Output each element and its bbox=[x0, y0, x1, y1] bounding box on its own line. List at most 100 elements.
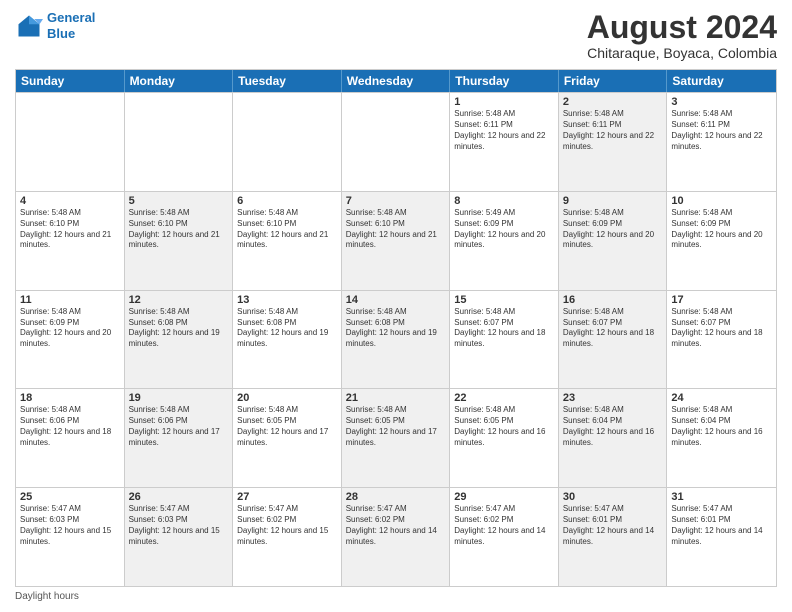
cal-cell-empty-3 bbox=[342, 93, 451, 191]
day-number: 31 bbox=[671, 491, 772, 503]
cal-cell-22: 22Sunrise: 5:48 AM Sunset: 6:05 PM Dayli… bbox=[450, 389, 559, 487]
cal-cell-20: 20Sunrise: 5:48 AM Sunset: 6:05 PM Dayli… bbox=[233, 389, 342, 487]
title-block: August 2024 Chitaraque, Boyaca, Colombia bbox=[587, 10, 777, 61]
cal-cell-23: 23Sunrise: 5:48 AM Sunset: 6:04 PM Dayli… bbox=[559, 389, 668, 487]
day-number: 12 bbox=[129, 294, 229, 306]
cal-header-day-monday: Monday bbox=[125, 70, 234, 92]
day-info: Sunrise: 5:48 AM Sunset: 6:11 PM Dayligh… bbox=[454, 109, 554, 152]
day-info: Sunrise: 5:48 AM Sunset: 6:04 PM Dayligh… bbox=[671, 405, 772, 448]
main-title: August 2024 bbox=[587, 10, 777, 45]
cal-header-day-thursday: Thursday bbox=[450, 70, 559, 92]
day-info: Sunrise: 5:48 AM Sunset: 6:09 PM Dayligh… bbox=[671, 208, 772, 251]
cal-week-4: 18Sunrise: 5:48 AM Sunset: 6:06 PM Dayli… bbox=[16, 388, 776, 487]
day-info: Sunrise: 5:48 AM Sunset: 6:10 PM Dayligh… bbox=[346, 208, 446, 251]
day-info: Sunrise: 5:48 AM Sunset: 6:07 PM Dayligh… bbox=[454, 307, 554, 350]
day-info: Sunrise: 5:48 AM Sunset: 6:10 PM Dayligh… bbox=[237, 208, 337, 251]
page: General Blue August 2024 Chitaraque, Boy… bbox=[0, 0, 792, 612]
cal-week-3: 11Sunrise: 5:48 AM Sunset: 6:09 PM Dayli… bbox=[16, 290, 776, 389]
cal-cell-27: 27Sunrise: 5:47 AM Sunset: 6:02 PM Dayli… bbox=[233, 488, 342, 586]
logo: General Blue bbox=[15, 10, 95, 41]
cal-cell-26: 26Sunrise: 5:47 AM Sunset: 6:03 PM Dayli… bbox=[125, 488, 234, 586]
day-number: 29 bbox=[454, 491, 554, 503]
calendar: SundayMondayTuesdayWednesdayThursdayFrid… bbox=[15, 69, 777, 587]
footer-note: Daylight hours bbox=[15, 591, 777, 602]
day-number: 7 bbox=[346, 195, 446, 207]
logo-icon bbox=[15, 12, 43, 40]
header: General Blue August 2024 Chitaraque, Boy… bbox=[15, 10, 777, 61]
day-info: Sunrise: 5:48 AM Sunset: 6:04 PM Dayligh… bbox=[563, 405, 663, 448]
day-number: 3 bbox=[671, 96, 772, 108]
day-info: Sunrise: 5:48 AM Sunset: 6:07 PM Dayligh… bbox=[671, 307, 772, 350]
day-info: Sunrise: 5:48 AM Sunset: 6:10 PM Dayligh… bbox=[20, 208, 120, 251]
cal-cell-29: 29Sunrise: 5:47 AM Sunset: 6:02 PM Dayli… bbox=[450, 488, 559, 586]
day-number: 1 bbox=[454, 96, 554, 108]
day-number: 22 bbox=[454, 392, 554, 404]
day-info: Sunrise: 5:48 AM Sunset: 6:05 PM Dayligh… bbox=[346, 405, 446, 448]
day-info: Sunrise: 5:47 AM Sunset: 6:01 PM Dayligh… bbox=[671, 504, 772, 547]
cal-cell-31: 31Sunrise: 5:47 AM Sunset: 6:01 PM Dayli… bbox=[667, 488, 776, 586]
day-info: Sunrise: 5:48 AM Sunset: 6:11 PM Dayligh… bbox=[671, 109, 772, 152]
day-info: Sunrise: 5:48 AM Sunset: 6:06 PM Dayligh… bbox=[20, 405, 120, 448]
day-number: 19 bbox=[129, 392, 229, 404]
day-info: Sunrise: 5:48 AM Sunset: 6:07 PM Dayligh… bbox=[563, 307, 663, 350]
cal-cell-14: 14Sunrise: 5:48 AM Sunset: 6:08 PM Dayli… bbox=[342, 291, 451, 389]
day-info: Sunrise: 5:48 AM Sunset: 6:08 PM Dayligh… bbox=[237, 307, 337, 350]
day-number: 15 bbox=[454, 294, 554, 306]
day-number: 16 bbox=[563, 294, 663, 306]
cal-cell-24: 24Sunrise: 5:48 AM Sunset: 6:04 PM Dayli… bbox=[667, 389, 776, 487]
cal-cell-15: 15Sunrise: 5:48 AM Sunset: 6:07 PM Dayli… bbox=[450, 291, 559, 389]
cal-header-day-friday: Friday bbox=[559, 70, 668, 92]
day-info: Sunrise: 5:47 AM Sunset: 6:03 PM Dayligh… bbox=[129, 504, 229, 547]
cal-week-1: 1Sunrise: 5:48 AM Sunset: 6:11 PM Daylig… bbox=[16, 92, 776, 191]
cal-header-day-sunday: Sunday bbox=[16, 70, 125, 92]
day-info: Sunrise: 5:48 AM Sunset: 6:06 PM Dayligh… bbox=[129, 405, 229, 448]
day-number: 10 bbox=[671, 195, 772, 207]
day-number: 17 bbox=[671, 294, 772, 306]
cal-cell-21: 21Sunrise: 5:48 AM Sunset: 6:05 PM Dayli… bbox=[342, 389, 451, 487]
cal-cell-18: 18Sunrise: 5:48 AM Sunset: 6:06 PM Dayli… bbox=[16, 389, 125, 487]
day-number: 25 bbox=[20, 491, 120, 503]
cal-week-2: 4Sunrise: 5:48 AM Sunset: 6:10 PM Daylig… bbox=[16, 191, 776, 290]
cal-cell-empty-2 bbox=[233, 93, 342, 191]
cal-cell-8: 8Sunrise: 5:49 AM Sunset: 6:09 PM Daylig… bbox=[450, 192, 559, 290]
cal-cell-16: 16Sunrise: 5:48 AM Sunset: 6:07 PM Dayli… bbox=[559, 291, 668, 389]
day-info: Sunrise: 5:47 AM Sunset: 6:01 PM Dayligh… bbox=[563, 504, 663, 547]
day-number: 4 bbox=[20, 195, 120, 207]
cal-cell-19: 19Sunrise: 5:48 AM Sunset: 6:06 PM Dayli… bbox=[125, 389, 234, 487]
day-info: Sunrise: 5:48 AM Sunset: 6:08 PM Dayligh… bbox=[346, 307, 446, 350]
cal-week-5: 25 Sunrise: 5:47 AM Sunset: 6:03 PM Dayli… bbox=[16, 487, 776, 586]
day-info: Sunrise: 5:48 AM Sunset: 6:09 PM Dayligh… bbox=[563, 208, 663, 251]
cal-cell-1: 1Sunrise: 5:48 AM Sunset: 6:11 PM Daylig… bbox=[450, 93, 559, 191]
day-info: Sunrise: 5:48 AM Sunset: 6:05 PM Dayligh… bbox=[454, 405, 554, 448]
day-number: 26 bbox=[129, 491, 229, 503]
day-number: 20 bbox=[237, 392, 337, 404]
day-number: 5 bbox=[129, 195, 229, 207]
footer-note-text: Daylight hours bbox=[15, 591, 79, 602]
logo-line1: General bbox=[47, 10, 95, 25]
day-info: Sunrise: 5:48 AM Sunset: 6:05 PM Dayligh… bbox=[237, 405, 337, 448]
day-number: 24 bbox=[671, 392, 772, 404]
cal-cell-28: 28Sunrise: 5:47 AM Sunset: 6:02 PM Dayli… bbox=[342, 488, 451, 586]
day-number: 9 bbox=[563, 195, 663, 207]
calendar-header: SundayMondayTuesdayWednesdayThursdayFrid… bbox=[16, 70, 776, 92]
subtitle: Chitaraque, Boyaca, Colombia bbox=[587, 45, 777, 61]
cal-header-day-wednesday: Wednesday bbox=[342, 70, 451, 92]
cal-cell-5: 5Sunrise: 5:48 AM Sunset: 6:10 PM Daylig… bbox=[125, 192, 234, 290]
day-number: 21 bbox=[346, 392, 446, 404]
day-number: 6 bbox=[237, 195, 337, 207]
cal-cell-9: 9Sunrise: 5:48 AM Sunset: 6:09 PM Daylig… bbox=[559, 192, 668, 290]
day-info: Sunrise: 5:47 AM Sunset: 6:02 PM Dayligh… bbox=[454, 504, 554, 547]
day-number: 30 bbox=[563, 491, 663, 503]
day-number: 8 bbox=[454, 195, 554, 207]
cal-header-day-tuesday: Tuesday bbox=[233, 70, 342, 92]
cal-cell-17: 17Sunrise: 5:48 AM Sunset: 6:07 PM Dayli… bbox=[667, 291, 776, 389]
day-info: Sunrise: 5:49 AM Sunset: 6:09 PM Dayligh… bbox=[454, 208, 554, 251]
cal-cell-empty-1 bbox=[125, 93, 234, 191]
day-number: 18 bbox=[20, 392, 120, 404]
day-info: Sunrise: 5:47 AM Sunset: 6:02 PM Dayligh… bbox=[237, 504, 337, 547]
day-number: 11 bbox=[20, 294, 120, 306]
day-info: Sunrise: 5:48 AM Sunset: 6:09 PM Dayligh… bbox=[20, 307, 120, 350]
cal-cell-3: 3Sunrise: 5:48 AM Sunset: 6:11 PM Daylig… bbox=[667, 93, 776, 191]
logo-line2: Blue bbox=[47, 26, 75, 41]
cal-cell-6: 6Sunrise: 5:48 AM Sunset: 6:10 PM Daylig… bbox=[233, 192, 342, 290]
